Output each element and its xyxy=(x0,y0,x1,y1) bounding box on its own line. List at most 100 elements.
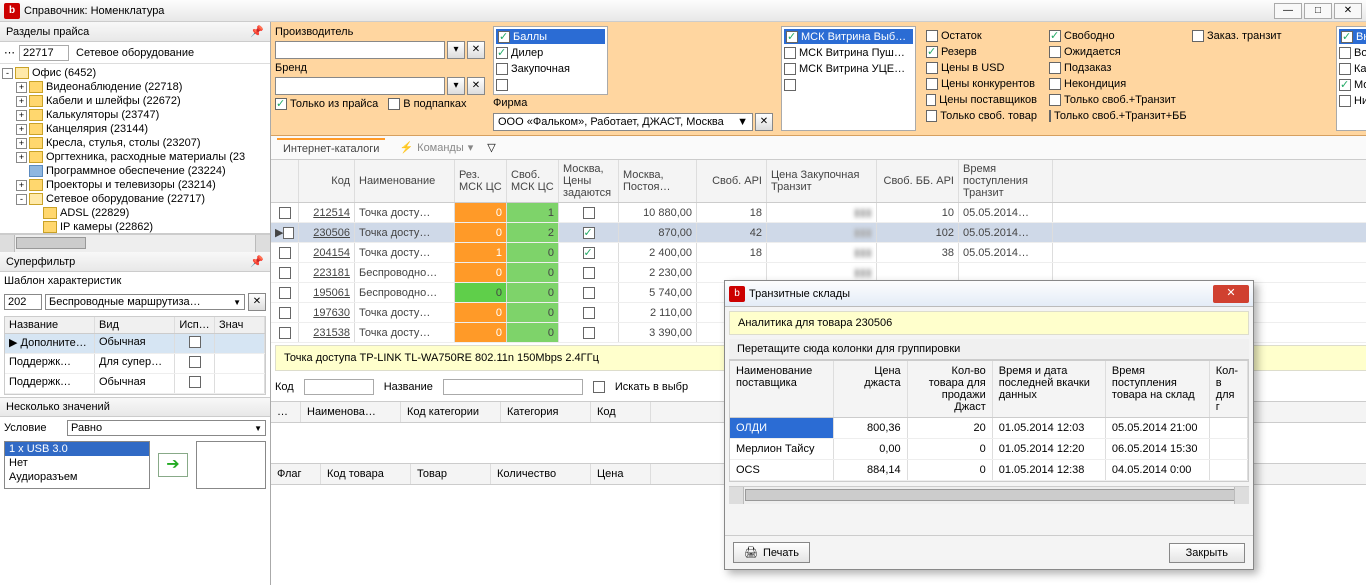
maximize-button[interactable]: □ xyxy=(1304,3,1332,19)
filter-item[interactable]: МСК Витрина УЦЕ… xyxy=(784,61,913,76)
modal-row[interactable]: OCS884,14001.05.2014 12:3804.05.2014 0:0… xyxy=(730,460,1248,481)
tree-item[interactable]: IP камеры (22862) xyxy=(2,220,268,234)
search-in-check[interactable] xyxy=(593,381,605,393)
app-icon: b xyxy=(4,3,20,19)
tree-item[interactable]: +Проекторы и телевизоры (23214) xyxy=(2,178,268,192)
tree-nav-icon[interactable]: ⋯ xyxy=(4,46,15,59)
condition-select[interactable]: Равно▼ xyxy=(67,420,266,436)
tree-item[interactable]: +Кабели и шлейфы (22672) xyxy=(2,94,268,108)
filter-icon[interactable]: ▽ xyxy=(487,141,495,154)
filter-item[interactable]: МСК Витрина Выб… xyxy=(784,29,913,44)
filter-col-f[interactable]: Внутренний рибейтВоронежКазаньМоскваНижн… xyxy=(1336,26,1366,131)
modal-close-btn[interactable]: Закрыть xyxy=(1169,543,1245,563)
modal-grid[interactable]: Наименование поставщика Цена джаста Кол-… xyxy=(729,360,1249,482)
search-name-input[interactable] xyxy=(443,379,583,395)
modal-close-button[interactable]: ✕ xyxy=(1213,285,1249,303)
filter-item[interactable]: Только своб. товар xyxy=(926,108,1037,123)
filter-item[interactable]: Заказ. транзит xyxy=(1192,28,1318,43)
filter-item[interactable]: Казань xyxy=(1339,61,1366,76)
tree-item[interactable]: +Кресла, стулья, столы (23207) xyxy=(2,136,268,150)
subfolders-check[interactable] xyxy=(388,98,400,110)
manufacturer-clear[interactable]: ✕ xyxy=(467,41,485,59)
char-row[interactable]: ▶ Дополните…Обычная xyxy=(5,334,265,354)
filter-item[interactable]: Подзаказ xyxy=(1049,60,1180,75)
filter-item[interactable] xyxy=(784,77,913,92)
filter-item[interactable]: Только своб.+Транзит+ББ xyxy=(1049,108,1180,123)
filter-item[interactable]: Воронеж xyxy=(1339,45,1366,60)
filter-col-d[interactable]: СвободноОжидаетсяПодзаказНекондицияТольк… xyxy=(1047,26,1182,131)
tree-item[interactable]: +Оргтехника, расходные материалы (23 xyxy=(2,150,268,164)
filter-col-c[interactable]: ОстатокРезервЦены в USDЦены конкурентовЦ… xyxy=(924,26,1039,131)
tab-internet-catalogs[interactable]: Интернет-каталоги xyxy=(277,138,385,158)
filter-item[interactable]: Баллы xyxy=(496,29,605,44)
filter-item[interactable]: Свободно xyxy=(1049,28,1180,43)
tree-item[interactable]: +Видеонаблюдение (22718) xyxy=(2,80,268,94)
manufacturer-dd[interactable]: ▾ xyxy=(447,41,465,59)
filter-item[interactable]: Цены в USD xyxy=(926,60,1037,75)
filter-item[interactable]: Нижний Новгород xyxy=(1339,93,1366,108)
tree-item[interactable]: -Сетевое оборудование (22717) xyxy=(2,192,268,206)
template-select[interactable]: Беспроводные маршрутиза…▼ xyxy=(45,294,245,310)
filter-item[interactable]: Закупочная xyxy=(496,61,605,76)
filter-col-a[interactable]: БаллыДилерЗакупочная xyxy=(493,26,608,95)
filter-item[interactable] xyxy=(496,77,605,92)
template-code[interactable] xyxy=(4,294,42,310)
char-row[interactable]: Поддержк…Обычная xyxy=(5,374,265,394)
tree-item[interactable]: +Калькуляторы (23747) xyxy=(2,108,268,122)
modal-row[interactable]: ОЛДИ800,362001.05.2014 12:0305.05.2014 2… xyxy=(730,418,1248,439)
tree-code-input[interactable] xyxy=(19,45,69,61)
category-tree[interactable]: -Офис (6452)+Видеонаблюдение (22718)+Каб… xyxy=(0,64,270,234)
firma-clear[interactable]: ✕ xyxy=(755,113,773,131)
apply-arrow-button[interactable]: ➔ xyxy=(158,453,188,477)
values-header: Несколько значений xyxy=(0,397,270,417)
characteristics-grid[interactable]: Название Вид Исп… Знач ▶ Дополните…Обычн… xyxy=(4,316,266,395)
brand-clear[interactable]: ✕ xyxy=(467,77,485,95)
value-item[interactable]: Аудиоразъем xyxy=(5,470,149,484)
filter-item[interactable]: Остаток xyxy=(926,28,1037,43)
filter-item[interactable]: Резерв xyxy=(926,44,1037,59)
minimize-button[interactable]: — xyxy=(1274,3,1302,19)
value-item[interactable]: 1 x USB 3.0 xyxy=(5,442,149,456)
table-row[interactable]: 204154Точка досту…102 400,0018▮▮▮3805.05… xyxy=(271,243,1366,263)
tree-item[interactable]: -Офис (6452) xyxy=(2,66,268,80)
filter-item[interactable]: МСК Витрина Пуш… xyxy=(784,45,913,60)
filter-item[interactable]: Дилер xyxy=(496,45,605,60)
filter-item[interactable]: Москва xyxy=(1339,77,1366,92)
clear-button[interactable]: ✕ xyxy=(248,293,266,311)
modal-groupby[interactable]: Перетащите сюда колонки для группировки xyxy=(729,339,1249,360)
filter-item[interactable]: Цены конкурентов xyxy=(926,76,1037,91)
filter-col-b[interactable]: МСК Витрина Выб…МСК Витрина Пуш…МСК Витр… xyxy=(781,26,916,131)
tree-hscroll[interactable] xyxy=(0,234,270,252)
tree-item[interactable]: Программное обеспечение (23224) xyxy=(2,164,268,178)
superfilter-header: Суперфильтр 📌 xyxy=(0,252,270,272)
pin-icon[interactable]: 📌 xyxy=(250,255,264,268)
firma-label: Фирма xyxy=(493,97,773,109)
firma-select[interactable]: ООО «Фальком», Работает, ДЖАСТ, Москва▼ xyxy=(493,113,753,131)
print-button[interactable]: 🖨 Печать xyxy=(733,542,810,563)
filter-item[interactable]: Некондиция xyxy=(1049,76,1180,91)
toolbar: Интернет-каталоги ⚡ Команды ▾ ▽ xyxy=(271,136,1366,160)
pin-icon[interactable]: 📌 xyxy=(250,25,264,38)
modal-row[interactable]: Мерлион Тайсу0,00001.05.2014 12:2006.05.… xyxy=(730,439,1248,460)
manufacturer-input[interactable] xyxy=(275,41,445,59)
brand-input[interactable] xyxy=(275,77,445,95)
filter-item[interactable]: Цены поставщиков xyxy=(926,92,1037,107)
modal-hscroll[interactable] xyxy=(729,486,1249,504)
modal-info: Аналитика для товара 230506 xyxy=(729,311,1249,335)
commands-menu[interactable]: ⚡ Команды ▾ xyxy=(399,141,473,154)
char-row[interactable]: Поддержк…Для супер… xyxy=(5,354,265,374)
value-item[interactable]: Нет xyxy=(5,456,149,470)
filter-item[interactable]: Внутренний рибейт xyxy=(1339,29,1366,44)
values-list[interactable]: 1 x USB 3.0НетАудиоразъем xyxy=(4,441,150,489)
search-code-input[interactable] xyxy=(304,379,374,395)
filter-item[interactable]: Ожидается xyxy=(1049,44,1180,59)
only-price-check[interactable] xyxy=(275,98,287,110)
tree-item[interactable]: +Канцелярия (23144) xyxy=(2,122,268,136)
filter-col-e[interactable]: Заказ. транзит xyxy=(1190,26,1320,131)
tree-item[interactable]: ADSL (22829) xyxy=(2,206,268,220)
filter-item[interactable]: Только своб.+Транзит xyxy=(1049,92,1180,107)
table-row[interactable]: 212514Точка досту…0110 880,0018▮▮▮1005.0… xyxy=(271,203,1366,223)
brand-dd[interactable]: ▾ xyxy=(447,77,465,95)
close-button[interactable]: ✕ xyxy=(1334,3,1362,19)
table-row[interactable]: ▶ 230506Точка досту…02870,0042▮▮▮10205.0… xyxy=(271,223,1366,243)
